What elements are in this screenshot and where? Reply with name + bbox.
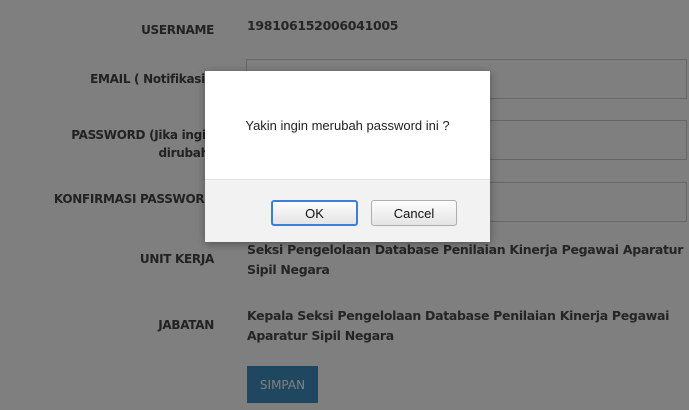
cancel-button[interactable]: Cancel xyxy=(371,200,457,226)
dialog-footer: OK Cancel xyxy=(205,179,490,242)
dialog-message: Yakin ingin merubah password ini ? xyxy=(245,117,450,133)
confirm-dialog: Yakin ingin merubah password ini ? OK Ca… xyxy=(205,71,490,242)
ok-button[interactable]: OK xyxy=(271,200,358,226)
